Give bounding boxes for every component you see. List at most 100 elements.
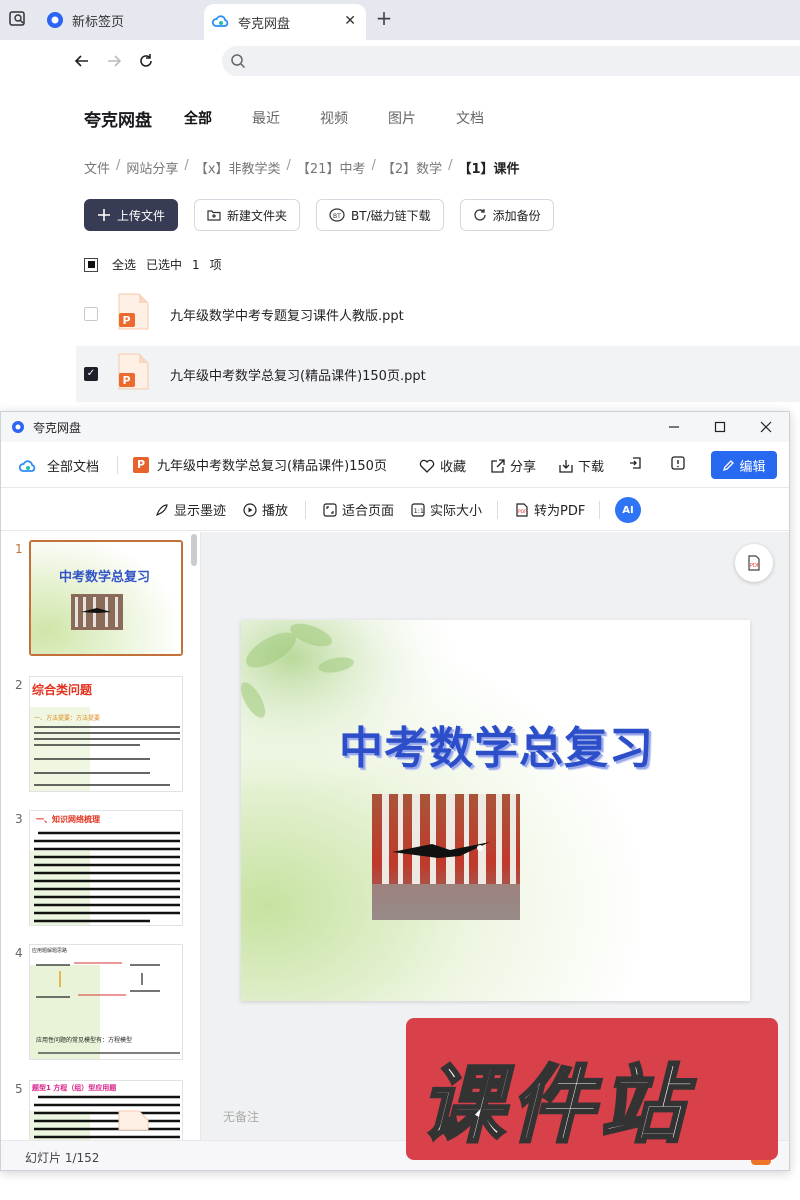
ppt-file-icon: P [116, 293, 150, 335]
nav-tab-all[interactable]: 全部 [184, 108, 212, 128]
file-name[interactable]: 九年级数学中考专题复习课件人教版.ppt [170, 305, 404, 324]
slide-notes: 无备注 [223, 1110, 260, 1124]
new-tab-button[interactable]: + [374, 8, 394, 28]
tab-label: 夸克网盘 [238, 16, 291, 32]
new-folder-button[interactable]: 新建文件夹 [194, 199, 301, 231]
close-window-icon[interactable] [757, 418, 775, 436]
fit-page-button[interactable]: 适合页面 [323, 500, 394, 519]
breadcrumb-item[interactable]: 【21】中考 [297, 158, 366, 177]
convert-pdf-label: 转为PDF [534, 504, 586, 519]
address-bar[interactable] [222, 46, 800, 76]
nav-tab-video[interactable]: 视频 [320, 108, 348, 128]
drive-nav-tabs: 全部 最近 视频 图片 文档 [184, 108, 524, 128]
add-backup-button[interactable]: 添加备份 [459, 199, 554, 231]
svg-text:P: P [123, 374, 131, 387]
ai-assistant-button[interactable]: AI [615, 497, 641, 523]
edit-button[interactable]: 编辑 [711, 451, 777, 479]
bt-icon: BT [329, 208, 345, 222]
tab-new-tab[interactable]: 新标签页 [40, 4, 200, 36]
all-docs-label: 全部文档 [47, 460, 100, 475]
all-docs-button[interactable]: 全部文档 [19, 456, 99, 475]
ppt-badge-icon: P [133, 456, 149, 473]
viewer-window-title: 夸克网盘 [33, 421, 82, 435]
file-checkbox-checked[interactable]: ✓ [84, 367, 98, 381]
breadcrumb-item[interactable]: 网站分享 [126, 158, 178, 177]
document-title-text: 九年级中考数学总复习(精品课件)150页 [157, 459, 387, 474]
favorite-button[interactable]: 收藏 [419, 456, 466, 475]
breadcrumb: 文件 / 网站分享 / 【x】非教学类 / 【21】中考 / 【2】数学 / 【… [84, 158, 520, 177]
quark-logo-icon [11, 420, 25, 438]
thumbnail-background [30, 811, 182, 925]
svg-text:PDF: PDF [518, 509, 527, 515]
ppt-file-icon: P [116, 353, 150, 395]
show-ink-button[interactable]: 显示墨迹 [155, 500, 226, 519]
folder-plus-icon [207, 208, 221, 222]
maximize-icon[interactable] [711, 418, 729, 436]
pencil-icon [722, 459, 735, 472]
viewer-title-bar: 夸克网盘 [1, 412, 789, 442]
thumbnail-title: 一、知识网络梳理 [36, 815, 100, 824]
forward-arrow-icon[interactable] [102, 49, 126, 73]
breadcrumb-separator: / [184, 158, 189, 173]
slide-thumbnail-3[interactable]: 一、知识网络梳理 [29, 810, 183, 926]
breadcrumb-item[interactable]: 文件 [84, 158, 110, 177]
selected-prefix: 已选中 [146, 258, 183, 272]
svg-text:1:1: 1:1 [414, 507, 424, 515]
report-icon[interactable] [671, 456, 685, 470]
export-icon[interactable] [629, 456, 643, 470]
plus-icon [97, 208, 111, 222]
share-button[interactable]: 分享 [491, 456, 536, 475]
slide-thumbnail-panel[interactable]: 1 中考数学总复习 2 综合类问题 一、方法提要：方法提要 3 一、知识网络梳理… [1, 532, 201, 1140]
slide-thumbnail-4[interactable]: 应用题解题思路 应用性问题的常见模型有：方程模型 [29, 944, 183, 1060]
select-all-label[interactable]: 全选 [112, 256, 136, 273]
bt-download-label: BT/磁力链下载 [351, 208, 431, 223]
breadcrumb-item[interactable]: 【x】非教学类 [195, 158, 281, 177]
back-arrow-icon[interactable] [70, 49, 94, 73]
file-row-selected[interactable]: ✓ P 九年级中考数学总复习(精品课件)150页.ppt [76, 346, 800, 402]
heart-icon [419, 459, 435, 473]
actual-size-label: 实际大小 [430, 504, 483, 519]
slide-thumbnail-5[interactable]: 题型1 方程（组）型应用题 [29, 1080, 183, 1140]
current-slide: 中考数学总复习 [241, 620, 750, 1001]
watermark-stamp: 课件站 [396, 1010, 786, 1168]
search-icon [230, 53, 246, 73]
breadcrumb-item[interactable]: 【2】数学 [382, 158, 442, 177]
nav-tab-image[interactable]: 图片 [388, 108, 416, 128]
thumbnail-title: 综合类问题 [32, 683, 93, 697]
file-row[interactable]: P 九年级数学中考专题复习课件人教版.ppt [76, 286, 800, 342]
slide-thumbnail-2[interactable]: 综合类问题 一、方法提要：方法提要 [29, 676, 183, 792]
thumbnail-title: 题型1 方程（组）型应用题 [32, 1084, 117, 1092]
bt-download-button[interactable]: BT BT/磁力链下载 [316, 199, 444, 231]
thumbnail-number: 3 [15, 812, 23, 826]
share-label: 分享 [510, 460, 537, 475]
close-tab-icon[interactable]: ✕ [344, 13, 356, 29]
viewer-toolbar: 显示墨迹 播放 适合页面 1:1 实际大小 PDF 转为PDF AI [1, 489, 789, 531]
upload-button[interactable]: 上传文件 [84, 199, 179, 231]
select-all-checkbox[interactable] [84, 257, 98, 272]
thumbnail-number: 2 [15, 678, 23, 692]
browser-logo-icon [46, 11, 64, 29]
nav-tab-doc[interactable]: 文档 [456, 108, 484, 128]
svg-text:BT: BT [333, 213, 341, 220]
reload-icon[interactable] [134, 49, 158, 73]
slide-thumbnail-1[interactable]: 中考数学总复习 [29, 540, 183, 656]
divider [305, 501, 306, 519]
tab-search-icon[interactable] [8, 9, 28, 29]
share-icon [491, 458, 505, 473]
breadcrumb-current: 【1】课件 [458, 162, 520, 177]
download-button[interactable]: 下载 [559, 456, 604, 475]
nav-tab-recent[interactable]: 最近 [252, 108, 280, 128]
actual-size-button[interactable]: 1:1 实际大小 [411, 500, 482, 519]
minimize-icon[interactable] [665, 418, 683, 436]
file-name[interactable]: 九年级中考数学总复习(精品课件)150页.ppt [170, 365, 426, 384]
play-button[interactable]: 播放 [243, 500, 288, 519]
convert-pdf-button[interactable]: PDF 转为PDF [515, 500, 585, 519]
thumbnail-scrollbar[interactable] [191, 534, 197, 566]
tab-quark-drive[interactable]: 夸克网盘 ✕ [204, 4, 366, 40]
svg-text:P: P [123, 314, 131, 327]
file-checkbox[interactable] [84, 307, 98, 321]
viewer-header: 全部文档 P 九年级中考数学总复习(精品课件)150页 收藏 分享 下载 编辑 [1, 442, 789, 488]
pdf-convert-float-icon[interactable]: PDF [735, 544, 773, 582]
download-label: 下载 [578, 460, 605, 475]
thumbnail-number: 4 [15, 946, 23, 960]
